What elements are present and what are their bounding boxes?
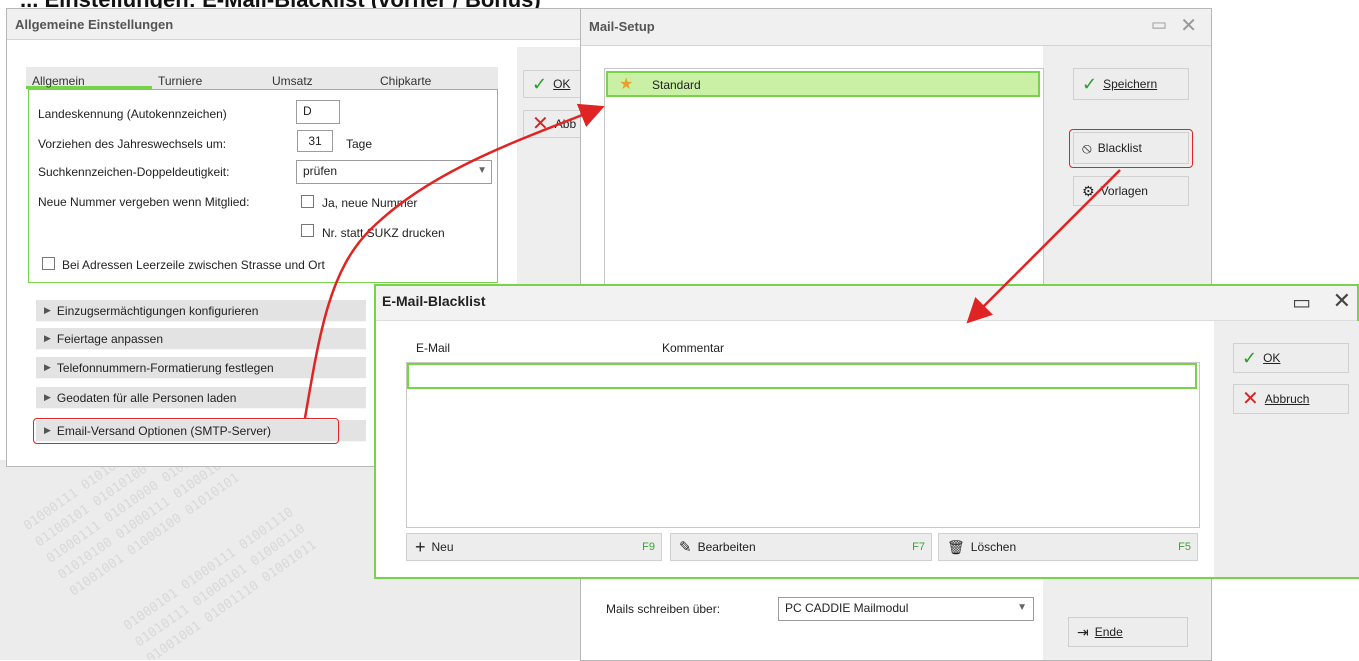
annotation-arrows [303,103,1121,419]
arrow-to-mail-setup [303,103,605,419]
arrow-to-blacklist [966,169,1121,324]
